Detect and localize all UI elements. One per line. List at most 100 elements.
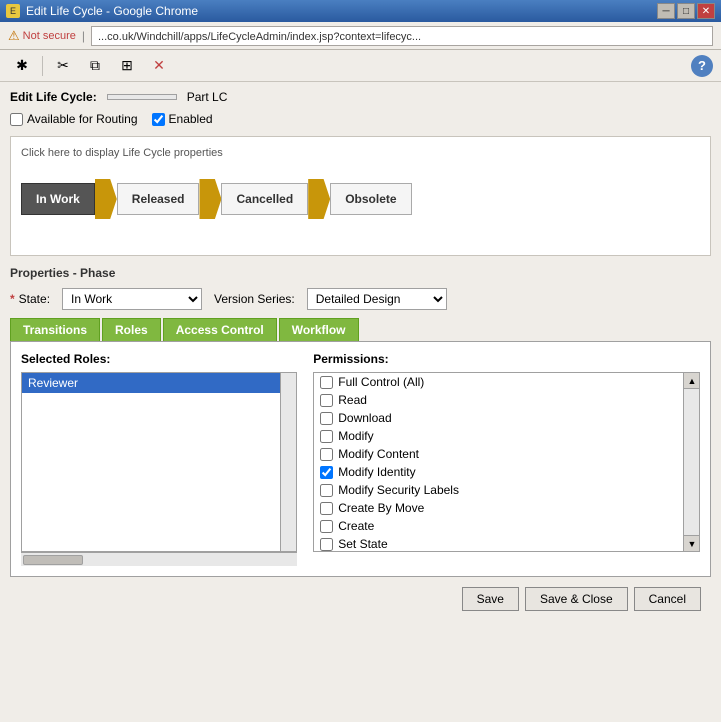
state-btn-obsolete[interactable]: Obsolete [330, 183, 411, 215]
lc-checkboxes: Available for Routing Enabled [10, 112, 711, 126]
state-btn-released[interactable]: Released [117, 183, 200, 215]
toolbar-btn-sun[interactable]: ✱ [8, 53, 36, 79]
state-btn-in-work[interactable]: In Work [21, 183, 95, 215]
toolbar: ✱ ✂ ⧉ ⊞ ✕ ? [0, 50, 721, 82]
edit-lc-label: Edit Life Cycle: [10, 90, 97, 104]
state-label-text: State: [19, 292, 50, 306]
state-cancelled: Cancelled [221, 183, 308, 215]
form-row-state: *State: In Work Released Cancelled Obsol… [10, 288, 711, 310]
toolbar-btn-copy[interactable]: ⧉ [81, 53, 109, 79]
perm-set-state: Set State [314, 535, 683, 552]
url-bar[interactable]: ...co.uk/Windchill/apps/LifeCycleAdmin/i… [91, 26, 713, 46]
state-arrow-2 [199, 179, 221, 219]
perm-full-control: Full Control (All) [314, 373, 683, 391]
perm-create-by-move-label: Create By Move [338, 501, 424, 515]
perm-create-by-move-checkbox[interactable] [320, 502, 333, 515]
tab-content: Selected Roles: Reviewer Permissions: Fu… [10, 341, 711, 577]
perms-vscrollbar[interactable]: ▲ ▼ [683, 373, 699, 551]
warning-icon: ⚠ [8, 28, 20, 44]
perm-create: Create [314, 517, 683, 535]
perm-create-by-move: Create By Move [314, 499, 683, 517]
perm-create-checkbox[interactable] [320, 520, 333, 533]
roles-hscroll-thumb [23, 555, 83, 565]
state-label: *State: [10, 292, 50, 306]
main-content: Edit Life Cycle: Part LC Available for R… [0, 82, 721, 722]
perm-read-label: Read [338, 393, 367, 407]
security-text: Not secure [23, 30, 76, 42]
tab-access-control[interactable]: Access Control [163, 318, 277, 341]
save-close-button[interactable]: Save & Close [525, 587, 628, 611]
perm-modify-identity: Modify Identity [314, 463, 683, 481]
tab-roles[interactable]: Roles [102, 318, 161, 341]
version-series-label: Version Series: [214, 292, 295, 306]
save-button[interactable]: Save [462, 587, 519, 611]
app-icon: E [6, 4, 20, 18]
tab-transitions[interactable]: Transitions [10, 318, 100, 341]
state-btn-cancelled[interactable]: Cancelled [221, 183, 308, 215]
properties-title: Properties - Phase [10, 266, 711, 280]
toolbar-btn-delete[interactable]: ✕ [145, 53, 173, 79]
perms-scroll-down[interactable]: ▼ [684, 535, 700, 551]
perm-set-state-checkbox[interactable] [320, 538, 333, 551]
perm-modify: Modify [314, 427, 683, 445]
enabled-label[interactable]: Enabled [152, 112, 213, 126]
perm-create-label: Create [338, 519, 374, 533]
version-series-select[interactable]: Detailed Design Default [307, 288, 447, 310]
selected-roles-title: Selected Roles: [21, 352, 297, 366]
available-for-routing-label[interactable]: Available for Routing [10, 112, 138, 126]
toolbar-btn-paste[interactable]: ⊞ [113, 53, 141, 79]
lc-header: Edit Life Cycle: Part LC [10, 90, 711, 104]
address-bar: ⚠ Not secure | ...co.uk/Windchill/apps/L… [0, 22, 721, 50]
maximize-button[interactable]: □ [677, 3, 695, 19]
perm-full-control-label: Full Control (All) [338, 375, 424, 389]
perm-set-state-label: Set State [338, 537, 387, 551]
lc-diagram-hint[interactable]: Click here to display Life Cycle propert… [21, 147, 700, 159]
lc-name-box [107, 94, 177, 100]
roles-vscrollbar[interactable] [280, 373, 296, 551]
perm-modify-security-labels-label: Modify Security Labels [338, 483, 459, 497]
help-button[interactable]: ? [691, 55, 713, 77]
perm-modify-identity-label: Modify Identity [338, 465, 415, 479]
perms-scroll-up[interactable]: ▲ [684, 373, 700, 389]
footer: Save Save & Close Cancel [10, 577, 711, 619]
roles-panel: Selected Roles: Reviewer [21, 352, 297, 566]
enabled-checkbox[interactable] [152, 113, 165, 126]
lc-states: In Work Released Cancelled Obsolete [21, 169, 700, 229]
tab-inner: Selected Roles: Reviewer Permissions: Fu… [21, 352, 700, 566]
minimize-button[interactable]: ─ [657, 3, 675, 19]
state-released: Released [117, 183, 200, 215]
state-obsolete: Obsolete [330, 183, 411, 215]
state-select[interactable]: In Work Released Cancelled Obsolete [62, 288, 202, 310]
window-controls: ─ □ ✕ [657, 3, 715, 19]
perm-modify-content: Modify Content [314, 445, 683, 463]
window-title: Edit Life Cycle - Google Chrome [26, 4, 198, 18]
title-bar: E Edit Life Cycle - Google Chrome ─ □ ✕ [0, 0, 721, 22]
security-badge: ⚠ Not secure [8, 28, 76, 44]
tab-workflow[interactable]: Workflow [279, 318, 359, 341]
perm-modify-content-checkbox[interactable] [320, 448, 333, 461]
close-button[interactable]: ✕ [697, 3, 715, 19]
cancel-button[interactable]: Cancel [634, 587, 701, 611]
state-arrow-1 [95, 179, 117, 219]
perm-download: Download [314, 409, 683, 427]
perm-read: Read [314, 391, 683, 409]
available-for-routing-checkbox[interactable] [10, 113, 23, 126]
roles-list[interactable]: Reviewer [21, 372, 297, 552]
permissions-list: Full Control (All) Read Download Modify [313, 372, 700, 552]
perm-download-checkbox[interactable] [320, 412, 333, 425]
properties-section: Properties - Phase *State: In Work Relea… [10, 266, 711, 310]
perm-modify-label: Modify [338, 429, 373, 443]
perm-read-checkbox[interactable] [320, 394, 333, 407]
perm-modify-identity-checkbox[interactable] [320, 466, 333, 479]
perm-modify-checkbox[interactable] [320, 430, 333, 443]
perm-full-control-checkbox[interactable] [320, 376, 333, 389]
lc-part-name: Part LC [187, 90, 228, 104]
toolbar-btn-cut[interactable]: ✂ [49, 53, 77, 79]
perm-modify-security-labels-checkbox[interactable] [320, 484, 333, 497]
perm-download-label: Download [338, 411, 391, 425]
state-in-work: In Work [21, 183, 95, 215]
permissions-panel: Permissions: Full Control (All) Read Dow… [313, 352, 700, 566]
role-reviewer[interactable]: Reviewer [22, 373, 296, 393]
roles-hscrollbar[interactable] [21, 552, 297, 566]
tabs-row: Transitions Roles Access Control Workflo… [10, 318, 711, 341]
